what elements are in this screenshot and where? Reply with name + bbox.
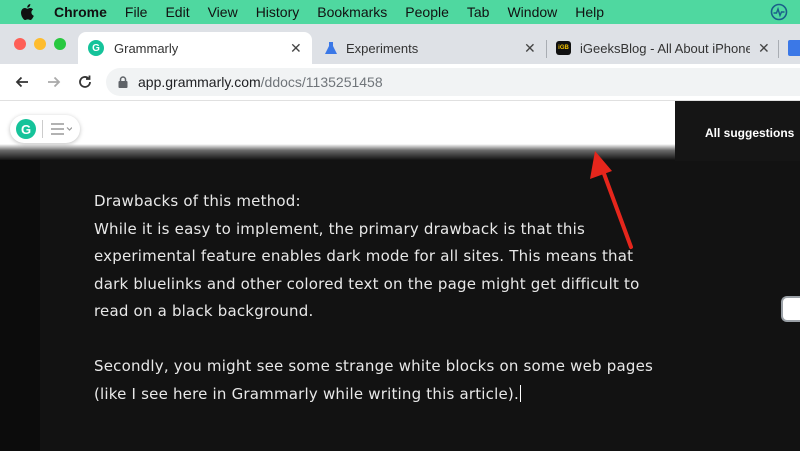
menu-tab[interactable]: Tab bbox=[467, 4, 490, 20]
menu-people[interactable]: People bbox=[405, 4, 449, 20]
close-icon[interactable]: ✕ bbox=[758, 40, 770, 57]
close-icon[interactable]: ✕ bbox=[290, 40, 302, 57]
pill-divider bbox=[42, 120, 43, 138]
all-suggestions-tab[interactable]: All suggestions bbox=[705, 126, 794, 140]
reload-icon bbox=[79, 75, 91, 88]
forward-button[interactable] bbox=[44, 72, 64, 92]
menu-chrome[interactable]: Chrome bbox=[54, 4, 107, 20]
paragraph-text: Secondly, you might see some strange whi… bbox=[94, 357, 654, 403]
tab-separator bbox=[546, 40, 547, 58]
menu-window[interactable]: Window bbox=[507, 4, 557, 20]
tab-strip: G Grammarly ✕ Experiments ✕ iGB iGeeksBl… bbox=[0, 24, 800, 64]
tab-title: iGeeksBlog - All About iPhone, bbox=[580, 40, 750, 56]
forward-arrow-icon bbox=[48, 76, 61, 88]
menu-file[interactable]: File bbox=[125, 4, 148, 20]
page-content: G All suggestions Drawbacks of this meth… bbox=[0, 101, 800, 451]
apple-logo-icon[interactable] bbox=[20, 4, 36, 20]
annotation-arrow-icon bbox=[590, 151, 633, 249]
back-button[interactable] bbox=[12, 72, 32, 92]
text-cursor bbox=[519, 384, 521, 402]
grammarly-menu-pill[interactable]: G bbox=[10, 115, 80, 143]
reload-button[interactable] bbox=[75, 72, 95, 92]
tab-igeeksblog[interactable]: iGB iGeeksBlog - All About iPhone, ✕ bbox=[550, 32, 776, 64]
igeeksblog-icon: iGB bbox=[556, 41, 571, 55]
address-bar[interactable]: app.grammarly.com/ddocs/1135251458 bbox=[106, 68, 800, 96]
url-host: app.grammarly.com bbox=[138, 74, 261, 90]
menu-bookmarks[interactable]: Bookmarks bbox=[317, 4, 387, 20]
menu-help[interactable]: Help bbox=[575, 4, 604, 20]
back-arrow-icon bbox=[15, 76, 28, 88]
zoom-window-button[interactable] bbox=[54, 38, 66, 50]
tab-separator bbox=[778, 40, 779, 58]
browser-toolbar: app.grammarly.com/ddocs/1135251458 bbox=[0, 64, 800, 101]
close-icon[interactable]: ✕ bbox=[524, 40, 536, 57]
editor-left-gutter bbox=[0, 160, 40, 451]
minimize-window-button[interactable] bbox=[34, 38, 46, 50]
menu-edit[interactable]: Edit bbox=[165, 4, 189, 20]
document-editor[interactable]: Drawbacks of this method: While it is ea… bbox=[94, 188, 654, 408]
white-block bbox=[0, 101, 675, 149]
hamburger-menu-icon[interactable] bbox=[50, 122, 73, 136]
mac-menubar: Chrome File Edit View History Bookmarks … bbox=[0, 0, 800, 24]
grammarly-logo-icon[interactable]: G bbox=[16, 119, 36, 139]
white-block-shadow bbox=[0, 144, 675, 160]
url-path: /ddocs/1135251458 bbox=[260, 74, 383, 90]
grammarly-icon: G bbox=[88, 40, 104, 56]
paragraph-heading: Drawbacks of this method: bbox=[94, 192, 301, 210]
tab-title: Experiments bbox=[346, 40, 419, 56]
close-window-button[interactable] bbox=[14, 38, 26, 50]
menu-view[interactable]: View bbox=[208, 4, 238, 20]
side-panel-toggle[interactable] bbox=[781, 296, 800, 322]
menu-history[interactable]: History bbox=[256, 4, 300, 20]
tab-grammarly[interactable]: G Grammarly ✕ bbox=[78, 32, 312, 64]
flask-icon bbox=[324, 41, 338, 55]
activity-monitor-icon[interactable] bbox=[770, 3, 788, 21]
paragraph-drawback: While it is easy to implement, the prima… bbox=[94, 219, 640, 321]
lock-icon[interactable] bbox=[118, 76, 128, 88]
paragraph-white-blocks: Secondly, you might see some strange whi… bbox=[94, 353, 654, 408]
tab-title: Grammarly bbox=[114, 40, 179, 56]
suggestions-panel: All suggestions bbox=[675, 101, 800, 161]
document-icon[interactable] bbox=[788, 40, 800, 56]
tab-experiments[interactable]: Experiments ✕ bbox=[316, 32, 544, 64]
